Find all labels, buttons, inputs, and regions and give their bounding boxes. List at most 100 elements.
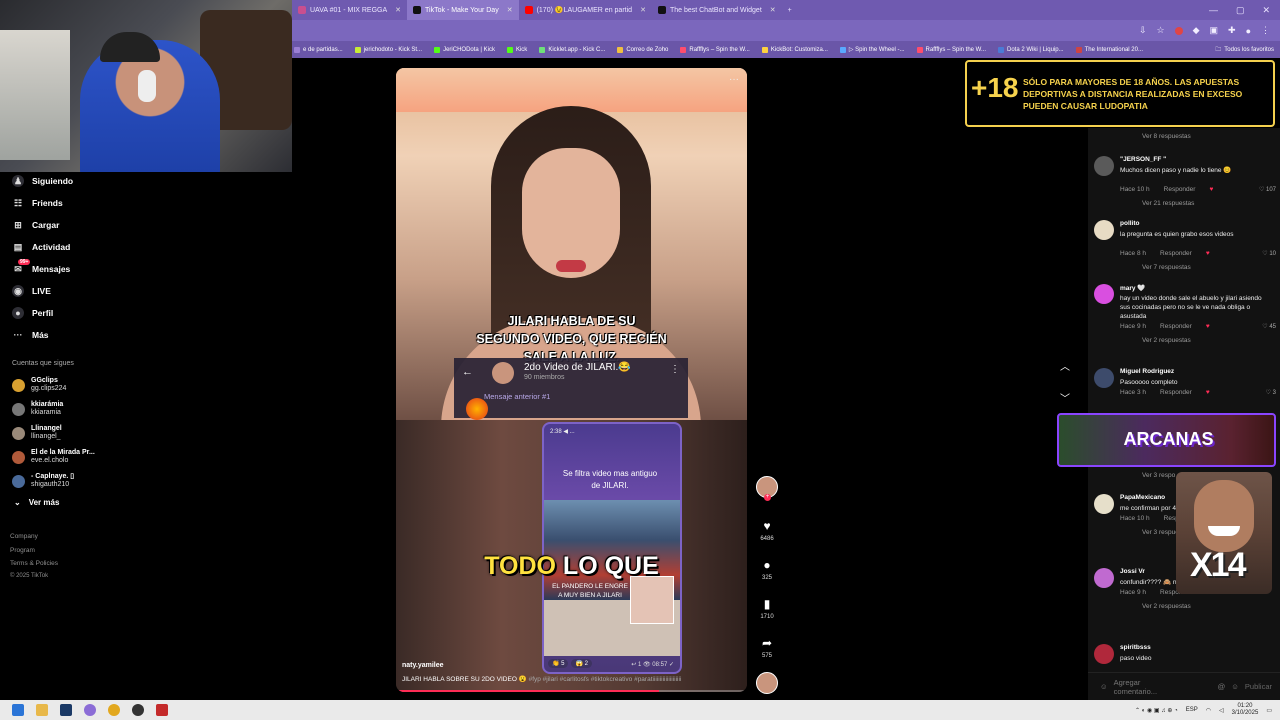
maximize-icon[interactable]: ▢ <box>1236 5 1245 16</box>
browser-tab[interactable]: TikTok - Make Your Day ✕ <box>407 0 519 20</box>
following-account[interactable]: GGclips gg.clips224 <box>12 377 66 393</box>
sidebar-item-mensajes[interactable]: ✉ 99+ Mensajes <box>12 259 70 275</box>
profile-avatar-icon[interactable]: ● <box>1246 26 1251 36</box>
post-button[interactable]: Publicar <box>1245 682 1280 691</box>
sidebar-item-cargar[interactable]: ⊞ Cargar <box>12 219 59 231</box>
reply-link[interactable]: Responder <box>1160 323 1192 330</box>
video-progress-bar[interactable] <box>396 690 747 692</box>
bookmark-link[interactable]: Correo de Zoho <box>617 46 668 53</box>
reply-link[interactable]: Responder <box>1160 389 1192 396</box>
next-video-chevron-icon[interactable]: ﹀ <box>1060 390 1070 405</box>
commenter-avatar[interactable] <box>1094 156 1114 176</box>
following-account[interactable]: Llinangel llinangel_ <box>12 425 62 441</box>
install-icon[interactable]: ⇩ <box>1139 25 1147 36</box>
view-replies-link[interactable]: Ver 2 respuestas <box>1142 337 1191 344</box>
follow-plus-icon[interactable]: + <box>764 494 771 501</box>
comment-username[interactable]: mary 🤍 <box>1120 284 1145 292</box>
bookmark-link[interactable]: Raffflys – Spin the W... <box>680 46 750 53</box>
bookmark-link[interactable]: e de partidas... <box>294 46 343 53</box>
following-account[interactable]: - Caplnaye. ▯ shigauth210 <box>12 473 74 489</box>
following-account[interactable]: kkiarámia kkiaramia <box>12 401 63 417</box>
extensions-puzzle-icon[interactable]: ✚ <box>1228 25 1236 36</box>
reply-link[interactable]: Responder <box>1160 250 1192 257</box>
bookmark-link[interactable]: JeriCHODota | Kick <box>434 46 495 53</box>
bookmark-link[interactable]: jerichodoto - Kick St... <box>354 46 422 53</box>
bookmark-star-icon[interactable]: ☆ <box>1157 25 1165 36</box>
extension-icon[interactable] <box>1174 26 1183 35</box>
footer-link[interactable]: Company <box>10 530 58 544</box>
volume-icon[interactable]: ◁ <box>1219 707 1224 714</box>
video-player[interactable]: ··· JILARI HABLA DE SU SEGUNDO VIDEO, QU… <box>396 68 747 692</box>
comment-input[interactable]: ☺ Agregar comentario... @ ☺ Publicar <box>1088 672 1280 700</box>
obs-icon[interactable] <box>132 704 144 716</box>
close-tab-icon[interactable]: ✕ <box>770 6 776 14</box>
commenter-avatar[interactable] <box>1094 644 1114 664</box>
bookmark-link[interactable]: The International 20... <box>1075 46 1143 53</box>
tray-icons[interactable]: ⌃ ◐ ◉ ▣ ♫ ⊕ ◔ <box>1135 707 1178 714</box>
footer-link[interactable]: Program <box>10 544 58 558</box>
wifi-icon[interactable]: ◠ <box>1206 707 1211 714</box>
comment-like-button[interactable]: ♡ 107 <box>1259 186 1276 193</box>
music-disc-button[interactable] <box>752 672 782 694</box>
view-replies-link[interactable]: Ver 2 respuestas <box>1142 603 1191 610</box>
video-hashtags[interactable]: #fyp #jilari #carlitosfs #tiktokcreativo… <box>527 676 682 683</box>
new-tab-button[interactable]: + <box>782 0 798 20</box>
bookmark-link[interactable]: Kicklet.app - Kick C... <box>539 46 605 53</box>
share-button[interactable]: ➦ 575 <box>752 636 782 659</box>
file-explorer-icon[interactable] <box>36 704 48 716</box>
extension-icon[interactable]: ◆ <box>1193 25 1200 36</box>
close-tab-icon[interactable]: ✕ <box>395 6 401 14</box>
at-icon[interactable]: @ <box>1218 682 1226 691</box>
view-replies-link[interactable]: Ver 8 respuestas <box>1142 133 1191 140</box>
comment-username[interactable]: spiritbsss <box>1120 644 1151 651</box>
comment-like-button[interactable]: ♡ 45 <box>1262 323 1276 330</box>
commenter-avatar[interactable] <box>1094 368 1114 388</box>
notifications-icon[interactable]: ▭ <box>1266 707 1272 714</box>
clock[interactable]: 01:20 3/10/2025 <box>1232 703 1259 717</box>
bookmark-link[interactable]: Kick <box>506 46 527 53</box>
windows-start-icon[interactable] <box>12 704 24 716</box>
comment-username[interactable]: pollito <box>1120 220 1140 227</box>
sidebar-item-ms[interactable]: ··· Más <box>12 329 49 341</box>
footer-link[interactable]: Terms & Policies <box>10 557 58 571</box>
creator-avatar-button[interactable]: + <box>752 476 782 501</box>
minimize-icon[interactable]: — <box>1209 5 1218 16</box>
extension-icon[interactable]: ▣ <box>1210 25 1219 36</box>
close-window-icon[interactable]: ✕ <box>1262 5 1270 16</box>
comment-username[interactable]: Miguel Rodriguez <box>1120 368 1174 375</box>
bookmark-link[interactable]: KickBot: Customiza... <box>761 46 828 53</box>
browser-icon[interactable] <box>84 704 96 716</box>
commenter-avatar[interactable] <box>1094 284 1114 304</box>
bookmark-link[interactable]: ▷ Spin the Wheel -... <box>839 46 905 53</box>
sidebar-item-friends[interactable]: ☷ Friends <box>12 197 63 209</box>
mention-icon[interactable]: ☺ <box>1100 682 1108 691</box>
view-replies-link[interactable]: Ver 7 respuestas <box>1142 264 1191 271</box>
emoji-icon[interactable]: ☺ <box>1231 682 1239 691</box>
close-tab-icon[interactable]: ✕ <box>640 6 646 14</box>
comment-username[interactable]: PapaMexicano <box>1120 494 1165 501</box>
sidebar-item-perfil[interactable]: ● Perfil <box>12 307 53 319</box>
sidebar-item-actividad[interactable]: ▤ Actividad <box>12 241 71 253</box>
bookmark-link[interactable]: Raffflys – Spin the W... <box>916 46 986 53</box>
language-indicator[interactable]: ESP <box>1186 707 1198 713</box>
view-replies-link[interactable]: Ver 21 respuestas <box>1142 200 1194 207</box>
close-tab-icon[interactable]: ✕ <box>507 6 513 14</box>
comment-username[interactable]: "JERSON_FF " <box>1120 156 1166 163</box>
see-more-button[interactable]: ⌄ Ver más <box>14 498 59 507</box>
sidebar-item-live[interactable]: ◉ LIVE <box>12 285 51 297</box>
comment-like-button[interactable]: ♡ 3 <box>1266 389 1276 396</box>
view-replies-link[interactable]: Ver 3 respo <box>1142 472 1175 479</box>
comment-button[interactable]: ● 325 <box>752 558 782 581</box>
browser-tab[interactable]: (170) 😉LAUGAMER en partid ✕ <box>519 0 652 20</box>
sidebar-item-siguiendo[interactable]: ♟ Siguiendo <box>12 175 73 187</box>
previous-video-chevron-icon[interactable]: ︿ <box>1060 358 1070 373</box>
dota-icon[interactable] <box>156 704 168 716</box>
video-menu-icon[interactable]: ··· <box>729 74 739 85</box>
comment-username[interactable]: Jossi Vr <box>1120 568 1145 575</box>
like-button[interactable]: ♥ 6486 <box>752 519 782 542</box>
video-author[interactable]: naty.yamilee <box>402 662 444 669</box>
comment-like-button[interactable]: ♡ 10 <box>1262 250 1276 257</box>
steam-icon[interactable] <box>60 704 72 716</box>
chrome-icon[interactable] <box>108 704 120 716</box>
browser-tab[interactable]: The best ChatBot and Widget ✕ <box>652 0 782 20</box>
